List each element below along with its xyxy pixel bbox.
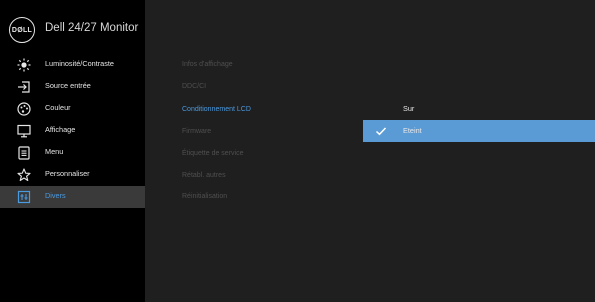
submenu-item-display-info[interactable]: Infos d'affichage xyxy=(182,61,233,68)
menu-item-menu[interactable]: Menu xyxy=(0,142,145,164)
dell-logo: DØLL xyxy=(9,17,35,43)
monitor-osd: DØLL Dell 24/27 Monitor Luminosité/Contr… xyxy=(0,0,595,302)
submenu-item-service-tag[interactable]: Étiquette de service xyxy=(182,150,243,157)
osd-header: DØLL Dell 24/27 Monitor xyxy=(0,0,145,58)
menu-item-input-source[interactable]: Source entrée xyxy=(0,76,145,98)
menu-item-label: Menu xyxy=(45,147,64,156)
option-label: Eteint xyxy=(403,126,422,135)
menu-item-display[interactable]: Affichage xyxy=(0,120,145,142)
menu-item-personalize[interactable]: Personnaliser xyxy=(0,164,145,186)
submenu-item-firmware[interactable]: Firmware xyxy=(182,128,211,135)
menu-item-brightness-contrast[interactable]: Luminosité/Contraste xyxy=(0,54,145,76)
menu-item-others[interactable]: Divers xyxy=(0,186,145,208)
submenu-item-reset-others[interactable]: Rétabl. autres xyxy=(182,172,226,179)
menu-item-label: Divers xyxy=(45,191,66,200)
submenu-panel: Infos d'affichage DDC/CI Conditionnement… xyxy=(145,0,363,302)
display-icon xyxy=(17,124,31,138)
options-panel: Sur Eteint xyxy=(363,0,595,302)
menu-item-color[interactable]: Couleur xyxy=(0,98,145,120)
menu-item-label: Affichage xyxy=(45,125,76,134)
submenu-item-lcd-conditioning[interactable]: Conditionnement LCD xyxy=(182,106,251,113)
star-icon xyxy=(17,168,31,182)
main-menu-panel: DØLL Dell 24/27 Monitor Luminosité/Contr… xyxy=(0,0,145,302)
menu-icon xyxy=(18,146,30,160)
brightness-icon xyxy=(17,58,31,72)
menu-item-label: Luminosité/Contraste xyxy=(45,59,114,68)
menu-item-label: Couleur xyxy=(45,103,71,112)
others-icon xyxy=(17,190,31,204)
menu-item-label: Personnaliser xyxy=(45,169,90,178)
option-off[interactable]: Eteint xyxy=(363,120,595,142)
option-label: Sur xyxy=(403,104,415,113)
monitor-title: Dell 24/27 Monitor xyxy=(45,22,139,34)
submenu-item-ddc-ci[interactable]: DDC/CI xyxy=(182,83,206,90)
color-palette-icon xyxy=(17,102,31,116)
checkmark-icon xyxy=(375,127,387,136)
input-source-icon xyxy=(18,81,30,93)
menu-item-label: Source entrée xyxy=(45,81,91,90)
submenu-item-factory-reset[interactable]: Réinitialisation xyxy=(182,193,227,200)
option-on[interactable]: Sur xyxy=(363,98,595,120)
